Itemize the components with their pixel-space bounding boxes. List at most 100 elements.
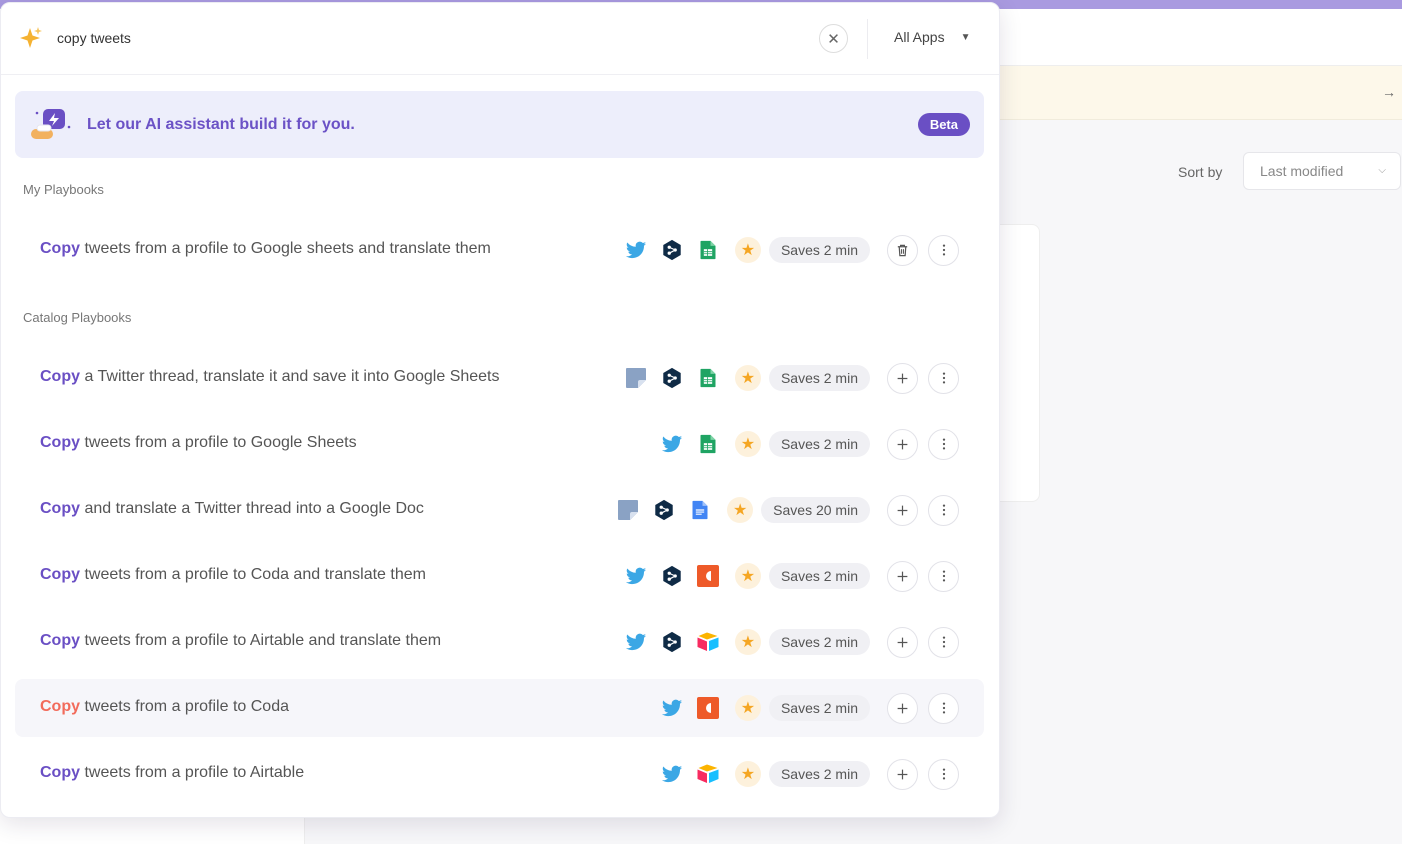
- more-options-button[interactable]: [928, 560, 959, 592]
- add-playbook-button[interactable]: [887, 560, 918, 592]
- playbook-row[interactable]: Copy tweets from a profile to Google She…: [15, 415, 984, 473]
- plus-icon: [897, 637, 908, 647]
- playbook-meta: ★ Saves 2 min: [623, 560, 959, 592]
- playbook-title: Copy tweets from a profile to Google She…: [40, 434, 357, 452]
- playbook-row[interactable]: Copy tweets from a profile to Coda and t…: [15, 547, 984, 605]
- playbook-title-text: tweets from a profile to Airtable: [80, 764, 305, 781]
- sticky-note-icon: [615, 497, 641, 523]
- playbook-title-text: and translate a Twitter thread into a Go…: [80, 500, 424, 517]
- deepl-icon: [659, 365, 685, 391]
- playbook-title: Copy and translate a Twitter thread into…: [40, 500, 424, 518]
- google-sheets-icon: [695, 237, 721, 263]
- search-match-keyword: Copy: [40, 632, 80, 649]
- playbook-title-text: tweets from a profile to Google Sheets: [80, 434, 357, 451]
- airtable-icon: [695, 761, 721, 787]
- time-saved-badge: Saves 2 min: [768, 695, 870, 721]
- search-match-keyword: Copy: [40, 434, 80, 451]
- star-icon: ★: [734, 695, 761, 721]
- ai-assistant-banner[interactable]: Let our AI assistant build it for you. B…: [15, 91, 984, 158]
- playbook-title-text: tweets from a profile to Airtable and tr…: [80, 632, 442, 649]
- google-sheets-icon: [695, 431, 721, 457]
- twitter-icon: [659, 431, 685, 457]
- playbook-title: Copy tweets from a profile to Airtable a…: [40, 632, 441, 650]
- deepl-icon: [659, 237, 685, 263]
- chevron-down-icon: ▼: [960, 31, 971, 43]
- plus-icon: [897, 439, 908, 449]
- playbook-row[interactable]: Copy tweets from a profile to Airtable ★ S…: [15, 745, 984, 803]
- playbook-title-text: a Twitter thread, translate it and save …: [80, 368, 500, 385]
- coda-icon: [695, 563, 721, 589]
- sort-select-value: Last modified: [1260, 163, 1344, 179]
- playbook-meta: ★ Saves 2 min: [659, 428, 959, 460]
- add-playbook-button[interactable]: [887, 362, 918, 394]
- star-icon: ★: [734, 761, 761, 787]
- coda-icon: [695, 695, 721, 721]
- more-options-button[interactable]: [928, 234, 959, 266]
- sort-by-label: Sort by: [1178, 164, 1223, 180]
- add-playbook-button[interactable]: [887, 692, 918, 724]
- playbook-row[interactable]: Copy tweets from a profile to Google she…: [15, 221, 984, 279]
- sort-select[interactable]: Last modified ⌵: [1243, 152, 1401, 190]
- plus-icon: [897, 373, 908, 383]
- delete-button[interactable]: [887, 234, 918, 266]
- airtable-icon: [695, 629, 721, 655]
- twitter-icon: [659, 695, 685, 721]
- playbook-row[interactable]: Copy a Twitter thread, translate it and …: [15, 349, 984, 407]
- add-playbook-button[interactable]: [887, 494, 918, 526]
- playbook-meta: ★ Saves 2 min: [623, 234, 959, 266]
- time-saved-badge: Saves 2 min: [768, 629, 870, 655]
- time-saved-badge: Saves 2 min: [768, 365, 870, 391]
- twitter-icon: [623, 629, 649, 655]
- plus-icon: [897, 769, 908, 779]
- ai-assistant-icon: [31, 109, 71, 139]
- beta-badge: Beta: [917, 113, 970, 136]
- star-icon: ★: [727, 497, 754, 523]
- add-playbook-button[interactable]: [887, 428, 918, 460]
- apps-filter-dropdown[interactable]: All Apps ▼: [894, 29, 971, 45]
- more-options-button[interactable]: [928, 428, 959, 460]
- playbook-meta: ★ Saves 20 min: [615, 494, 959, 526]
- close-icon: ✕: [827, 30, 840, 48]
- search-match-keyword: Copy: [40, 698, 80, 715]
- playbook-title: Copy tweets from a profile to Google she…: [40, 240, 491, 258]
- playbook-meta: ★ Saves 2 min: [623, 362, 959, 394]
- clear-search-button[interactable]: ✕: [819, 24, 848, 53]
- twitter-icon: [623, 563, 649, 589]
- playbook-title-text: tweets from a profile to Google sheets a…: [80, 240, 491, 257]
- google-docs-icon: [687, 497, 713, 523]
- trash-icon: [897, 244, 908, 256]
- add-playbook-button[interactable]: [887, 758, 918, 790]
- playbook-row[interactable]: Copy tweets from a profile to Airtable a…: [15, 613, 984, 671]
- more-options-button[interactable]: [928, 758, 959, 790]
- playbook-row[interactable]: Copy and translate a Twitter thread into…: [15, 481, 984, 539]
- more-vertical-icon: [942, 504, 945, 516]
- background-banner: →: [1000, 66, 1402, 120]
- more-vertical-icon: [942, 768, 945, 780]
- search-match-keyword: Copy: [40, 368, 80, 385]
- deepl-icon: [659, 563, 685, 589]
- star-icon: ★: [734, 563, 761, 589]
- time-saved-badge: Saves 2 min: [768, 563, 870, 589]
- catalog-playbooks-heading: Catalog Playbooks: [23, 310, 132, 325]
- more-options-button[interactable]: [928, 626, 959, 658]
- playbook-title: Copy tweets from a profile to Airtable: [40, 764, 304, 782]
- star-icon: ★: [734, 365, 761, 391]
- more-vertical-icon: [942, 244, 945, 256]
- more-options-button[interactable]: [928, 494, 959, 526]
- twitter-icon: [659, 761, 685, 787]
- add-playbook-button[interactable]: [887, 626, 918, 658]
- more-vertical-icon: [942, 438, 945, 450]
- more-vertical-icon: [942, 636, 945, 648]
- playbook-row[interactable]: Copy tweets from a profile to Coda ★ Saves…: [15, 679, 984, 737]
- google-sheets-icon: [695, 365, 721, 391]
- more-options-button[interactable]: [928, 362, 959, 394]
- search-match-keyword: Copy: [40, 764, 80, 781]
- more-options-button[interactable]: [928, 692, 959, 724]
- sticky-note-icon: [623, 365, 649, 391]
- search-input[interactable]: [57, 27, 757, 49]
- search-match-keyword: Copy: [40, 566, 80, 583]
- arrow-right-icon[interactable]: →: [1382, 84, 1396, 100]
- playbook-meta: ★ Saves 2 min: [659, 692, 959, 724]
- plus-icon: [897, 505, 908, 515]
- playbook-title: Copy tweets from a profile to Coda and t…: [40, 566, 426, 584]
